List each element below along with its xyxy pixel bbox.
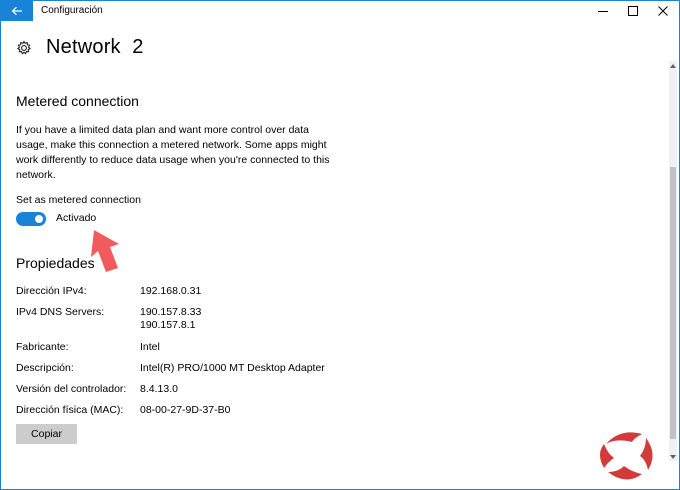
vertical-scrollbar[interactable]	[669, 61, 677, 461]
metered-toggle-label: Set as metered connection	[16, 194, 141, 206]
scrollbar-thumb[interactable]	[670, 167, 676, 439]
dns-value-1: 190.157.8.33	[140, 306, 202, 318]
scroll-up-button[interactable]	[669, 61, 677, 70]
manufacturer-value: Intel	[140, 341, 160, 353]
minimize-button[interactable]	[587, 1, 619, 21]
dns-label: IPv4 DNS Servers:	[16, 306, 105, 318]
metered-toggle-state: Activado	[56, 212, 97, 224]
manufacturer-label: Fabricante:	[16, 341, 69, 353]
minimize-icon	[598, 11, 608, 12]
driver-value: 8.4.13.0	[140, 383, 178, 395]
scroll-down-button[interactable]	[669, 452, 677, 461]
description-label: Descripción:	[16, 362, 74, 374]
metered-description: If you have a limited data plan and want…	[16, 124, 330, 181]
description-value: Intel(R) PRO/1000 MT Desktop Adapter	[140, 362, 325, 374]
mac-label: Dirección física (MAC):	[16, 404, 124, 416]
site-logo-icon	[600, 432, 653, 480]
chevron-down-icon	[670, 454, 676, 459]
maximize-button[interactable]	[617, 1, 649, 21]
close-button[interactable]	[647, 1, 679, 21]
ipv4-value: 192.168.0.31	[140, 285, 202, 297]
page-title: Network 2	[46, 36, 144, 58]
close-icon	[658, 6, 668, 16]
dns-value-2: 190.157.8.1	[140, 319, 196, 331]
metered-section-title: Metered connection	[16, 93, 139, 109]
window-title: Configuración	[41, 5, 103, 16]
toggle-knob	[35, 215, 43, 223]
title-bar: Configuración	[1, 1, 679, 21]
gear-icon	[16, 39, 34, 57]
properties-section-title: Propiedades	[16, 255, 95, 271]
mac-value: 08-00-27-9D-37-B0	[140, 404, 231, 416]
page-header: Network 2	[16, 36, 144, 59]
dns-values: 190.157.8.33 190.157.8.1	[140, 306, 201, 332]
ipv4-label: Dirección IPv4:	[16, 285, 87, 297]
back-arrow-icon	[11, 6, 22, 16]
maximize-icon	[628, 6, 638, 16]
metered-toggle[interactable]	[16, 212, 46, 226]
back-button[interactable]	[1, 1, 33, 21]
copy-button[interactable]: Copiar	[16, 424, 77, 444]
driver-label: Versión del controlador:	[16, 383, 127, 395]
chevron-up-icon	[670, 63, 676, 68]
